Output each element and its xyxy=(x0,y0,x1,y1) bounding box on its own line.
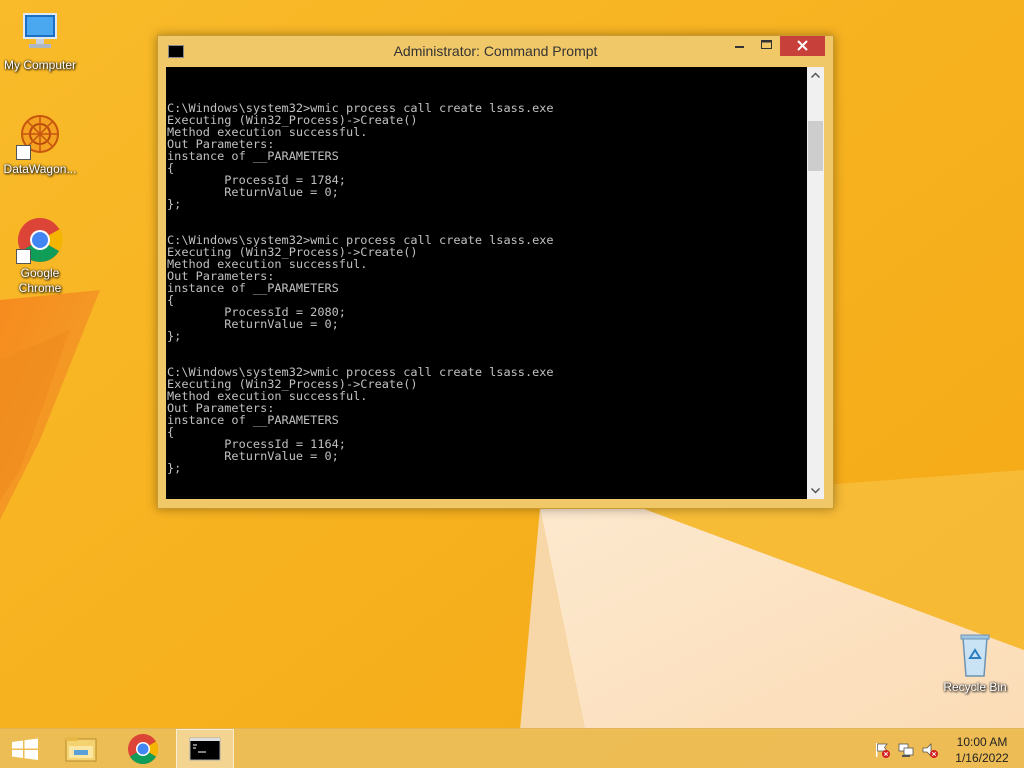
scroll-down-button[interactable] xyxy=(807,482,824,499)
datawagon-icon xyxy=(16,112,64,160)
start-icon xyxy=(12,738,38,760)
desktop-icon-google-chrome[interactable]: Google Chrome xyxy=(0,216,80,296)
network-icon[interactable] xyxy=(897,741,915,759)
maximize-button[interactable] xyxy=(753,36,780,56)
taskbar-chrome[interactable] xyxy=(114,729,172,768)
chevron-down-icon xyxy=(810,487,821,494)
recycle-bin-icon xyxy=(951,630,999,678)
taskbar-file-explorer[interactable] xyxy=(52,729,110,768)
desktop-icon-recycle-bin[interactable]: Recycle Bin xyxy=(935,630,1015,695)
start-button[interactable] xyxy=(0,729,50,768)
close-button[interactable] xyxy=(780,36,825,56)
action-center-flag-icon[interactable] xyxy=(873,741,891,759)
shortcut-arrow-icon xyxy=(16,249,31,264)
minimize-button[interactable] xyxy=(726,36,753,56)
desktop-icon-label: Google Chrome xyxy=(18,266,62,295)
shortcut-arrow-icon xyxy=(16,145,31,160)
clock-time: 10:00 AM xyxy=(956,735,1008,749)
command-prompt-window[interactable]: Administrator: Command Prompt C:\Windows… xyxy=(157,35,834,509)
taskbar: 10:00 AM 1/16/2022 xyxy=(0,728,1024,768)
close-icon xyxy=(797,40,808,51)
chevron-up-icon xyxy=(810,72,821,79)
clock-date: 1/16/2022 xyxy=(955,751,1009,765)
desktop-icon-label: Recycle Bin xyxy=(943,680,1007,694)
taskbar-clock[interactable]: 10:00 AM 1/16/2022 xyxy=(944,734,1020,766)
desktop-icon-label: My Computer xyxy=(3,58,77,72)
taskbar-command-prompt[interactable] xyxy=(176,729,234,768)
maximize-icon xyxy=(761,40,772,49)
window-titlebar[interactable]: Administrator: Command Prompt xyxy=(158,36,833,66)
command-prompt-icon xyxy=(189,737,221,761)
desktop-icon-label: DataWagon... xyxy=(3,162,77,176)
volume-muted-icon[interactable] xyxy=(921,741,939,759)
vertical-scrollbar[interactable] xyxy=(807,67,824,499)
console-text: C:\Windows\system32>wmic process call cr… xyxy=(167,101,554,499)
my-computer-icon xyxy=(16,8,64,56)
chrome-icon xyxy=(16,216,64,264)
scroll-up-button[interactable] xyxy=(807,67,824,84)
scroll-thumb[interactable] xyxy=(808,121,823,171)
desktop-icon-datawagon[interactable]: DataWagon... xyxy=(0,112,80,177)
minimize-icon xyxy=(735,46,744,48)
desktop-icon-my-computer[interactable]: My Computer xyxy=(0,8,80,73)
chrome-icon xyxy=(128,734,159,765)
file-explorer-icon xyxy=(65,737,97,762)
desktop: My Computer DataWagon... Google Chrome R… xyxy=(0,0,1024,768)
console-output[interactable]: C:\Windows\system32>wmic process call cr… xyxy=(166,67,807,499)
